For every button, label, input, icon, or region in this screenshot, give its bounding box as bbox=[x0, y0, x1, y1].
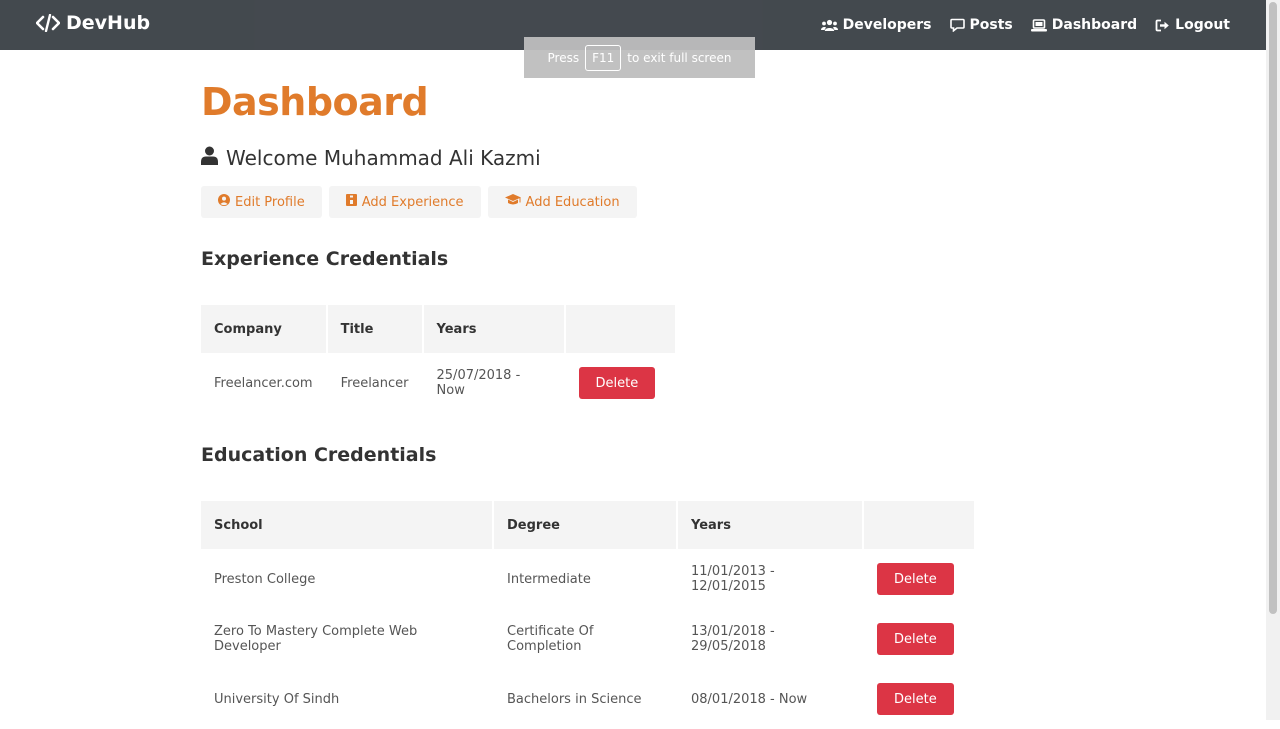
table-row: Freelancer.com Freelancer 25/07/2018 - N… bbox=[201, 353, 675, 413]
experience-section-title: Experience Credentials bbox=[201, 248, 449, 270]
delete-experience-button[interactable]: Delete bbox=[578, 367, 656, 399]
welcome-text: Welcome Muhammad Ali Kazmi bbox=[226, 146, 541, 170]
code-icon bbox=[36, 14, 60, 32]
education-table: School Degree Years Preston College Inte… bbox=[199, 501, 976, 729]
delete-education-button[interactable]: Delete bbox=[877, 563, 954, 595]
edit-profile-button[interactable]: Edit Profile bbox=[201, 186, 322, 218]
nav-developers-label: Developers bbox=[842, 17, 932, 33]
nav-posts-label: Posts bbox=[969, 17, 1013, 33]
table-row: University Of Sindh Bachelors in Science… bbox=[201, 669, 974, 729]
welcome-message: Welcome Muhammad Ali Kazmi bbox=[201, 146, 541, 170]
column-header-years: Years bbox=[423, 305, 564, 353]
education-school: Preston College bbox=[214, 571, 316, 587]
comment-icon bbox=[949, 18, 965, 32]
page-title: Dashboard bbox=[201, 80, 429, 124]
table-header-row: School Degree Years bbox=[201, 501, 974, 549]
graduation-cap-icon bbox=[504, 194, 521, 210]
education-years: 11/01/2013 - 12/01/2015 bbox=[691, 564, 775, 594]
briefcase-icon bbox=[345, 194, 357, 210]
column-header-school: School bbox=[201, 501, 492, 549]
table-row: Zero To Mastery Complete Web Developer C… bbox=[201, 609, 974, 669]
users-icon bbox=[820, 19, 838, 32]
column-header-actions bbox=[864, 501, 974, 549]
nav-dashboard[interactable]: Dashboard bbox=[1030, 17, 1138, 33]
experience-table: Company Title Years Freelancer.com Freel… bbox=[199, 305, 677, 413]
user-icon bbox=[201, 146, 218, 170]
experience-actions-cell: Delete bbox=[566, 353, 675, 413]
nav-dashboard-label: Dashboard bbox=[1051, 17, 1138, 33]
education-school: University Of Sindh bbox=[214, 691, 340, 707]
education-actions-cell: Delete bbox=[864, 669, 974, 729]
experience-company: Freelancer.com bbox=[214, 375, 313, 391]
add-education-button[interactable]: Add Education bbox=[487, 186, 637, 218]
delete-education-button[interactable]: Delete bbox=[877, 623, 954, 655]
education-actions-cell: Delete bbox=[864, 549, 974, 609]
user-circle-icon bbox=[218, 194, 230, 210]
dashboard-actions: Edit Profile Add Experience Add Educatio… bbox=[201, 186, 637, 218]
experience-title: Freelancer bbox=[340, 375, 409, 391]
education-years: 13/01/2018 - 29/05/2018 bbox=[691, 624, 775, 654]
education-section-title: Education Credentials bbox=[201, 444, 437, 466]
nav-logout-label: Logout bbox=[1175, 17, 1230, 33]
edit-profile-label: Edit Profile bbox=[235, 194, 305, 210]
add-experience-label: Add Experience bbox=[361, 194, 464, 210]
nav-logout[interactable]: Logout bbox=[1155, 17, 1230, 33]
delete-education-button[interactable]: Delete bbox=[877, 683, 954, 715]
education-degree: Certificate Of Completion bbox=[507, 624, 594, 654]
education-school: Zero To Mastery Complete Web Developer bbox=[214, 624, 418, 654]
brand-label: DevHub bbox=[66, 12, 151, 34]
column-header-actions bbox=[565, 305, 675, 353]
fullscreen-key: F11 bbox=[585, 44, 622, 71]
nav-links: Developers Posts Dashboard Logout bbox=[820, 0, 1230, 50]
scrollbar-thumb[interactable] bbox=[1269, 2, 1277, 614]
brand-link[interactable]: DevHub bbox=[36, 12, 150, 34]
table-row: Preston College Intermediate 11/01/2013 … bbox=[201, 549, 974, 609]
laptop-icon bbox=[1030, 18, 1047, 32]
education-years: 08/01/2018 - Now bbox=[691, 691, 808, 707]
add-education-label: Add Education bbox=[525, 194, 620, 210]
fullscreen-notice: Press F11 to exit full screen bbox=[524, 37, 755, 78]
sign-out-icon bbox=[1155, 19, 1170, 32]
nav-posts[interactable]: Posts bbox=[949, 17, 1013, 33]
fullscreen-press-text: Press bbox=[547, 50, 580, 65]
nav-developers[interactable]: Developers bbox=[820, 17, 932, 33]
column-header-degree: Degree bbox=[494, 501, 676, 549]
column-header-years: Years bbox=[678, 501, 862, 549]
add-experience-button[interactable]: Add Experience bbox=[328, 186, 481, 218]
education-degree: Intermediate bbox=[507, 571, 591, 587]
table-header-row: Company Title Years bbox=[201, 305, 675, 353]
fullscreen-suffix-text: to exit full screen bbox=[627, 50, 732, 65]
column-header-title: Title bbox=[327, 305, 422, 353]
education-degree: Bachelors in Science bbox=[507, 691, 642, 707]
experience-years: 25/07/2018 - Now bbox=[436, 368, 521, 398]
education-actions-cell: Delete bbox=[864, 609, 974, 669]
column-header-company: Company bbox=[201, 305, 326, 353]
page-scrollbar[interactable] bbox=[1266, 0, 1280, 720]
